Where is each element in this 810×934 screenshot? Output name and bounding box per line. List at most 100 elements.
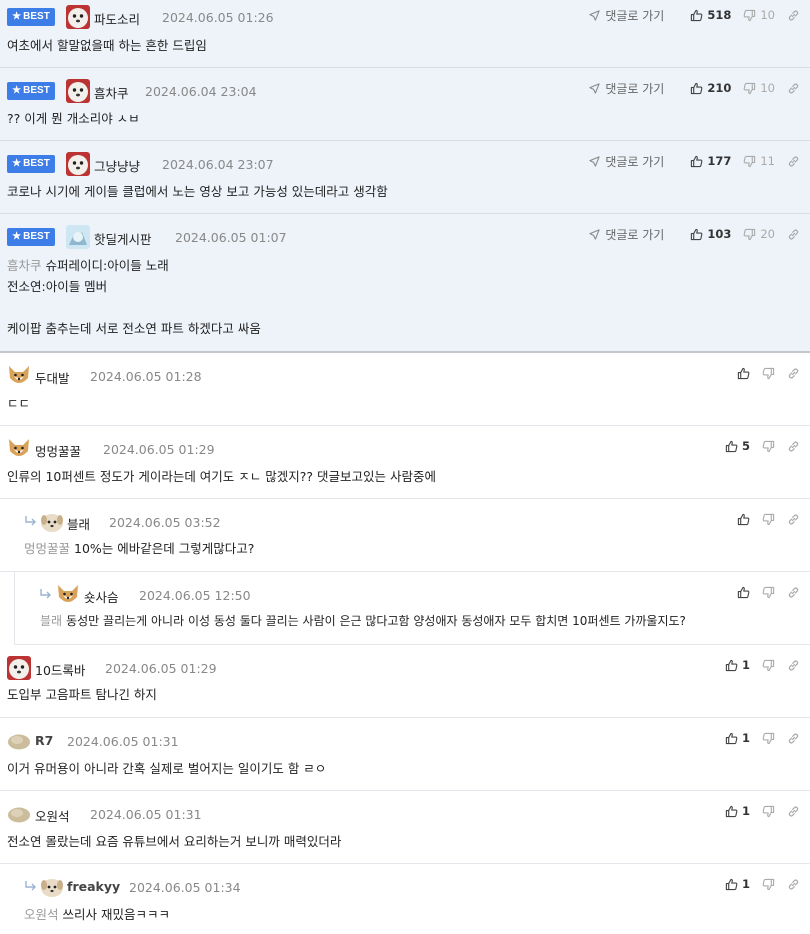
upvote-count: 1 <box>741 658 750 672</box>
avatar[interactable] <box>66 152 90 176</box>
share-link-button[interactable] <box>787 659 800 672</box>
downvote-count: 10 <box>760 8 775 22</box>
reply-mention[interactable]: 흠차쿠 <box>7 258 42 273</box>
author-nickname[interactable]: freakyy <box>67 879 120 894</box>
reply-mention[interactable]: 오원석 <box>24 907 59 922</box>
comment-body: 도입부 고음파트 탐나긴 하지 <box>7 684 157 705</box>
upvote-button[interactable]: 518 <box>690 8 731 22</box>
avatar[interactable] <box>40 875 64 899</box>
link-icon <box>788 879 799 889</box>
upvote-button[interactable]: 1 <box>725 731 750 745</box>
author-nickname[interactable]: 파도소리 <box>94 9 140 28</box>
thumbs-down-icon <box>743 228 756 240</box>
avatar[interactable] <box>7 437 31 461</box>
upvote-button[interactable]: 1 <box>725 804 750 818</box>
comment-body: ?? 이게 뭔 개소리야 ㅅㅂ <box>7 108 140 129</box>
avatar[interactable] <box>66 5 90 29</box>
goto-comment-link[interactable]: 댓글로 가기 <box>589 153 664 170</box>
avatar[interactable] <box>56 583 80 607</box>
comment-date: 2024.06.05 01:31 <box>90 807 202 822</box>
goto-comment-link[interactable]: 댓글로 가기 <box>589 7 664 24</box>
goto-comment-link[interactable]: 댓글로 가기 <box>589 226 664 243</box>
comment-date: 2024.06.05 12:50 <box>139 588 251 603</box>
share-link-button[interactable] <box>787 732 800 745</box>
upvote-button[interactable]: 1 <box>725 658 750 672</box>
author-nickname[interactable]: R7 <box>35 733 53 748</box>
send-arrow-icon <box>589 155 600 167</box>
avatar[interactable] <box>7 805 31 823</box>
upvote-count: 210 <box>707 81 732 95</box>
share-link-button[interactable] <box>787 9 800 22</box>
upvote-button[interactable] <box>737 586 750 599</box>
best-comment: ★ BEST 핫딜게시판 2024.06.05 01:07 댓글로 가기 103 … <box>0 214 810 353</box>
comment-body: 인류의 10퍼센트 정도가 게이라는데 여기도 ㅈㄴ 많겠지?? 댓글보고있는 … <box>7 466 436 487</box>
link-icon <box>788 229 799 239</box>
comment-date: 2024.06.05 01:29 <box>105 661 217 676</box>
avatar[interactable] <box>40 510 64 534</box>
reply-mention[interactable]: 블래 <box>40 614 62 628</box>
comment-body: 코로나 시기에 게이들 클럽에서 노는 영상 보고 가능성 있는데라고 생각함 <box>7 181 388 202</box>
downvote-button[interactable] <box>762 440 775 453</box>
upvote-button[interactable]: 1 <box>725 877 750 891</box>
link-icon <box>788 806 799 816</box>
share-link-button[interactable] <box>787 878 800 891</box>
thumbs-up-icon <box>691 9 703 21</box>
downvote-button[interactable]: 20 <box>743 227 775 241</box>
downvote-button[interactable] <box>762 513 775 526</box>
thumbs-down-icon <box>762 732 775 744</box>
author-nickname[interactable]: 두대발 <box>35 368 70 387</box>
comment-list: ★ BEST 파도소리 2024.06.05 01:26 댓글로 가기 518 1… <box>0 0 810 934</box>
avatar[interactable] <box>7 656 31 680</box>
share-link-button[interactable] <box>787 586 800 599</box>
upvote-count: 5 <box>741 439 750 453</box>
downvote-count: 11 <box>760 154 775 168</box>
thumbs-up-icon <box>737 367 750 379</box>
thumbs-up-icon <box>737 586 750 598</box>
upvote-button[interactable] <box>737 513 750 526</box>
author-nickname[interactable]: 숏사슴 <box>84 587 119 606</box>
upvote-button[interactable]: 177 <box>690 154 731 168</box>
upvote-button[interactable] <box>737 367 750 380</box>
share-link-button[interactable] <box>787 805 800 818</box>
goto-comment-link[interactable]: 댓글로 가기 <box>589 80 664 97</box>
downvote-button[interactable] <box>762 805 775 818</box>
upvote-button[interactable]: 5 <box>725 439 750 453</box>
author-nickname[interactable]: 핫딜게시판 <box>94 229 152 248</box>
avatar[interactable] <box>7 364 31 388</box>
author-nickname[interactable]: 오원석 <box>35 806 70 825</box>
avatar[interactable] <box>66 225 90 249</box>
author-nickname[interactable]: 멍멍꿀꿀 <box>35 441 81 460</box>
avatar[interactable] <box>66 79 90 103</box>
downvote-button[interactable]: 10 <box>743 8 775 22</box>
comment-body: 블래 동성만 끌리는게 아니라 이성 동성 둘다 끌리는 사람이 은근 많다고함 … <box>40 611 686 632</box>
downvote-button[interactable] <box>762 367 775 380</box>
author-nickname[interactable]: 흠차쿠 <box>94 83 129 102</box>
share-link-button[interactable] <box>787 228 800 241</box>
upvote-button[interactable]: 103 <box>690 227 731 241</box>
share-link-button[interactable] <box>787 440 800 453</box>
thumbs-down-icon <box>743 9 756 21</box>
comment-date: 2024.06.05 01:07 <box>175 230 287 245</box>
author-nickname[interactable]: 블래 <box>67 514 90 533</box>
upvote-button[interactable]: 210 <box>690 81 731 95</box>
share-link-button[interactable] <box>787 155 800 168</box>
reply-mention[interactable]: 멍멍꿀꿀 <box>24 541 70 556</box>
comment-actions: 1 <box>713 803 800 819</box>
share-link-button[interactable] <box>787 82 800 95</box>
comment-actions: 댓글로 가기 177 11 <box>589 153 800 169</box>
comment-actions: 댓글로 가기 103 20 <box>589 226 800 242</box>
share-link-button[interactable] <box>787 367 800 380</box>
comment-actions <box>725 365 800 381</box>
downvote-button[interactable]: 11 <box>743 154 775 168</box>
author-nickname[interactable]: 그냥냥냥 <box>94 156 140 175</box>
downvote-button[interactable] <box>762 586 775 599</box>
downvote-button[interactable]: 10 <box>743 81 775 95</box>
downvote-button[interactable] <box>762 659 775 672</box>
downvote-button[interactable] <box>762 732 775 745</box>
downvote-button[interactable] <box>762 878 775 891</box>
comment-text: 케이팝 춤추는데 서로 전소연 파트 하겠다고 싸움 <box>7 321 261 336</box>
author-nickname[interactable]: 10드록바 <box>35 660 85 679</box>
share-link-button[interactable] <box>787 513 800 526</box>
thumbs-up-icon <box>691 82 703 94</box>
avatar[interactable] <box>7 732 31 750</box>
